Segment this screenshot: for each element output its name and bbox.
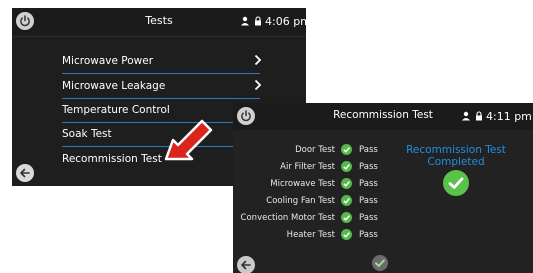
lock-icon (475, 111, 482, 121)
divider (62, 73, 260, 74)
menu-item-label: Microwave Power (62, 55, 154, 67)
chevron-right-icon (254, 79, 262, 91)
confirm-button[interactable] (372, 255, 388, 271)
user-icon (462, 111, 470, 121)
test-result-row: Air Filter Test Pass (233, 160, 403, 176)
test-result-row: Microwave Test Pass (233, 177, 403, 193)
check-icon (375, 259, 385, 268)
menu-item-label: Temperature Control (62, 104, 170, 116)
menu-item-label: Recommission Test (62, 153, 162, 165)
back-button[interactable] (16, 164, 34, 182)
chevron-right-icon (254, 54, 262, 66)
status-bar: 4:06 pm (240, 15, 306, 28)
test-name: Cooling Fan Test (266, 196, 335, 206)
test-result-row: Cooling Fan Test Pass (233, 194, 403, 210)
recommission-header: Recommission Test 4:11 pm (233, 103, 533, 130)
check-icon (341, 144, 352, 155)
test-status: Pass (359, 230, 378, 240)
back-arrow-icon (241, 260, 251, 270)
clock: 4:11 pm (486, 110, 532, 123)
test-name: Convection Motor Test (240, 213, 335, 223)
completion-line: Recommission Test (406, 144, 506, 156)
completion-line: Completed (427, 156, 485, 168)
test-name: Door Test (295, 145, 335, 155)
test-status: Pass (359, 196, 378, 206)
menu-item-label: Soak Test (62, 128, 112, 140)
tests-header: Tests 4:06 pm (12, 8, 306, 37)
back-button[interactable] (237, 256, 255, 273)
clock: 4:06 pm (265, 15, 306, 28)
test-status: Pass (359, 213, 378, 223)
menu-item-label: Microwave Leakage (62, 80, 166, 92)
test-status: Pass (359, 179, 378, 189)
check-icon (341, 178, 352, 189)
test-status: Pass (359, 162, 378, 172)
test-status: Pass (359, 145, 378, 155)
recommission-screen: Recommission Test 4:11 pm Door Test Pass… (233, 103, 533, 273)
status-bar: 4:11 pm (461, 110, 532, 123)
check-icon (341, 229, 352, 240)
lock-icon (254, 16, 261, 26)
menu-item-microwave-leakage[interactable]: Microwave Leakage (62, 75, 262, 99)
test-name: Microwave Test (270, 179, 335, 189)
user-icon (241, 16, 249, 26)
test-name: Heater Test (286, 230, 335, 240)
completion-message: Recommission Test Completed (396, 144, 516, 168)
test-result-row: Convection Motor Test Pass (233, 211, 403, 227)
check-icon (341, 195, 352, 206)
menu-item-microwave-power[interactable]: Microwave Power (62, 50, 262, 74)
test-name: Air Filter Test (280, 162, 335, 172)
check-icon (443, 170, 469, 196)
check-icon (341, 161, 352, 172)
test-result-row: Heater Test Pass (233, 228, 403, 244)
red-arrow-icon (164, 119, 213, 161)
test-result-row: Door Test Pass (233, 143, 403, 159)
back-arrow-icon (20, 168, 30, 178)
check-icon (341, 212, 352, 223)
